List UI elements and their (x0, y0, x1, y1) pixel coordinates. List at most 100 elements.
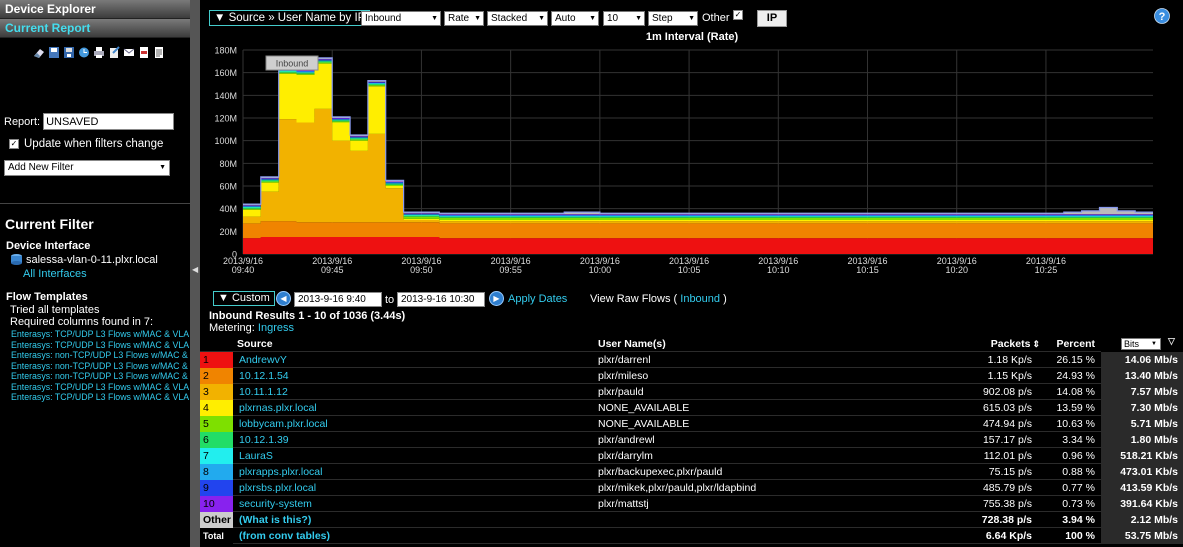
raw-flows-link[interactable]: Inbound (680, 293, 720, 305)
flow-template-item[interactable]: Enterasys: non-TCP/UDP L3 Flows w/MAC & (11, 350, 189, 361)
flow-template-item[interactable]: Enterasys: non-TCP/UDP L3 Flows w/MAC & (11, 361, 189, 372)
mode-select[interactable]: Rate ▼ (444, 11, 484, 26)
user-column-header[interactable]: User Name(s) (598, 336, 968, 352)
source-selector[interactable]: ▼ Source » User Name by IP (209, 10, 371, 26)
bits-unit-select[interactable]: Bits ▼ (1121, 338, 1161, 350)
tried-templates-text: Tried all templates (10, 304, 100, 316)
count-select[interactable]: 10 ▼ (603, 11, 645, 26)
main-area: ▼ Source » User Name by IP Inbound ▼ Rat… (200, 0, 1183, 547)
flow-template-item[interactable]: Enterasys: TCP/UDP L3 Flows w/MAC & VLA (11, 392, 189, 403)
table-row[interactable]: 7 LauraS plxr/darrylm 112.01 p/s 0.96 % 518.2… (200, 448, 1183, 464)
packets-column-header[interactable]: Packets ⇕ (970, 336, 1040, 352)
prev-range-button[interactable]: ◀ (276, 291, 291, 306)
source-link[interactable]: 10.12.1.39 (239, 432, 589, 448)
print-icon[interactable] (93, 46, 105, 59)
email-icon[interactable] (123, 46, 135, 59)
collapse-arrow-icon[interactable]: ◀ (192, 265, 198, 274)
end-date-input[interactable] (397, 292, 485, 307)
chevron-down-icon: ▼ (474, 15, 481, 22)
sort-icon[interactable]: ⇕ (1032, 339, 1040, 349)
packets-value: 902.08 p/s (982, 386, 1032, 398)
csv-icon[interactable] (153, 46, 165, 59)
flow-template-item[interactable]: Enterasys: non-TCP/UDP L3 Flows w/MAC & (11, 371, 189, 382)
source-link[interactable]: security-system (239, 496, 589, 512)
source-link[interactable]: lobbycam.plxr.local (239, 416, 589, 432)
flow-template-list: Enterasys: TCP/UDP L3 Flows w/MAC & VLA … (11, 329, 189, 403)
export-icon[interactable] (108, 46, 120, 59)
source-link[interactable]: 10.11.1.12 (239, 384, 589, 400)
report-name-input[interactable] (43, 113, 175, 130)
x-tick-time-label: 09:55 (499, 265, 522, 275)
add-new-filter-select[interactable]: Add New Filter ▼ (4, 160, 170, 176)
other-checkbox[interactable]: ✓ (733, 10, 743, 20)
direction-select[interactable]: Inbound ▼ (361, 11, 441, 26)
stack-select[interactable]: Stacked ▼ (487, 11, 548, 26)
packets-value: 485.79 p/s (982, 482, 1032, 494)
metering-link[interactable]: Ingress (258, 322, 294, 334)
filter-funnel-icon[interactable]: ▽ (1168, 336, 1175, 347)
device-explorer-header[interactable]: Device Explorer (0, 0, 190, 19)
percent-value: 24.93 % (1056, 370, 1095, 382)
device-name[interactable]: salessa-vlan-0-11.plxr.local (26, 254, 158, 266)
source-link[interactable]: plxrapps.plxr.local (239, 464, 589, 480)
source-column-header[interactable]: Source (237, 336, 587, 352)
add-filter-value: Add New Filter (8, 162, 74, 173)
y-tick-label: 100M (214, 136, 237, 146)
update-filters-label: Update when filters change (24, 138, 164, 150)
y-tick-label: 60M (219, 182, 237, 192)
x-tick-time-label: 10:25 (1035, 265, 1058, 275)
results-title: Inbound Results 1 - 10 of 1036 (3.44s) (209, 310, 406, 322)
apply-dates-link[interactable]: Apply Dates (508, 293, 567, 305)
table-row[interactable]: 10 security-system plxr/mattstj 755.38 p/s 0… (200, 496, 1183, 512)
traffic-chart[interactable]: 020M40M60M80M100M120M140M160M180M2013/9/… (200, 42, 1183, 282)
source-link[interactable]: plxrsbs.plxr.local (239, 480, 589, 496)
update-filters-checkbox[interactable]: ✓ (9, 139, 19, 149)
flow-template-item[interactable]: Enterasys: TCP/UDP L3 Flows w/MAC & VLA (11, 340, 189, 351)
source-link[interactable]: LauraS (239, 448, 589, 464)
save-icon[interactable] (48, 46, 60, 59)
table-row[interactable]: 4 plxrnas.plxr.local NONE_AVAILABLE 615.03 … (200, 400, 1183, 416)
source-link[interactable]: AndrewvY (239, 352, 589, 368)
row-index: 3 (200, 384, 233, 400)
next-range-button[interactable]: ▶ (489, 291, 504, 306)
ip-button[interactable]: IP (757, 10, 787, 27)
help-icon[interactable]: ? (1154, 8, 1170, 24)
table-row[interactable]: 6 10.12.1.39 plxr/andrewl 157.17 p/s 3.34 % 1… (200, 432, 1183, 448)
flow-template-item[interactable]: Enterasys: TCP/UDP L3 Flows w/MAC & VLA (11, 382, 189, 393)
other-source-link[interactable]: (What is this?) (239, 512, 589, 528)
device-icon (11, 254, 22, 265)
percent-value: 14.08 % (1056, 386, 1095, 398)
table-row[interactable]: 3 10.11.1.12 plxr/pauld 902.08 p/s 14.08 % 7.… (200, 384, 1183, 400)
percent-value: 26.15 % (1056, 354, 1095, 366)
table-row[interactable]: 2 10.12.1.54 plxr/mileso 1.15 Kp/s 24.93 % 13… (200, 368, 1183, 384)
table-row[interactable]: 9 plxrsbs.plxr.local plxr/mikek,plxr/pauld… (200, 480, 1183, 496)
series-area (243, 221, 1153, 239)
table-row[interactable]: 5 lobbycam.plxr.local NONE_AVAILABLE 474.94… (200, 416, 1183, 432)
chevron-down-icon: ▼ (1151, 341, 1157, 347)
pdf-icon[interactable] (138, 46, 150, 59)
line-style-select[interactable]: Step ▼ (648, 11, 698, 26)
percent-column-header[interactable]: Percent (1040, 336, 1095, 352)
table-row[interactable]: 1 AndrewvY plxr/darrenl 1.18 Kp/s 26.15 % 14.… (200, 352, 1183, 368)
y-tick-label: 80M (219, 159, 237, 169)
current-report-header[interactable]: Current Report (0, 19, 190, 38)
other-percent: 3.94 % (1062, 514, 1095, 526)
save-as-icon[interactable] (63, 46, 75, 59)
eraser-icon[interactable] (33, 46, 45, 59)
packets-value: 157.17 p/s (982, 434, 1032, 446)
scale-select[interactable]: Auto ▼ (551, 11, 599, 26)
table-row[interactable]: 8 plxrapps.plxr.local plxr/backupexec,plxr… (200, 464, 1183, 480)
percent-value: 3.34 % (1062, 434, 1095, 446)
custom-range-selector[interactable]: ▼ Custom (213, 291, 275, 306)
source-link[interactable]: plxrnas.plxr.local (239, 400, 589, 416)
total-source-link[interactable]: (from conv tables) (239, 528, 589, 544)
source-link[interactable]: 10.12.1.54 (239, 368, 589, 384)
start-date-input[interactable] (294, 292, 382, 307)
chevron-down-icon: ▼ (159, 164, 166, 171)
flow-template-item[interactable]: Enterasys: TCP/UDP L3 Flows w/MAC & VLA (11, 329, 189, 340)
all-interfaces-link[interactable]: All Interfaces (23, 268, 87, 280)
bits-unit-value: Bits (1124, 339, 1140, 349)
user-names: NONE_AVAILABLE (598, 402, 690, 414)
left-panel: Device Explorer Current Report Report: ✓… (0, 0, 190, 547)
schedule-icon[interactable] (78, 46, 90, 59)
